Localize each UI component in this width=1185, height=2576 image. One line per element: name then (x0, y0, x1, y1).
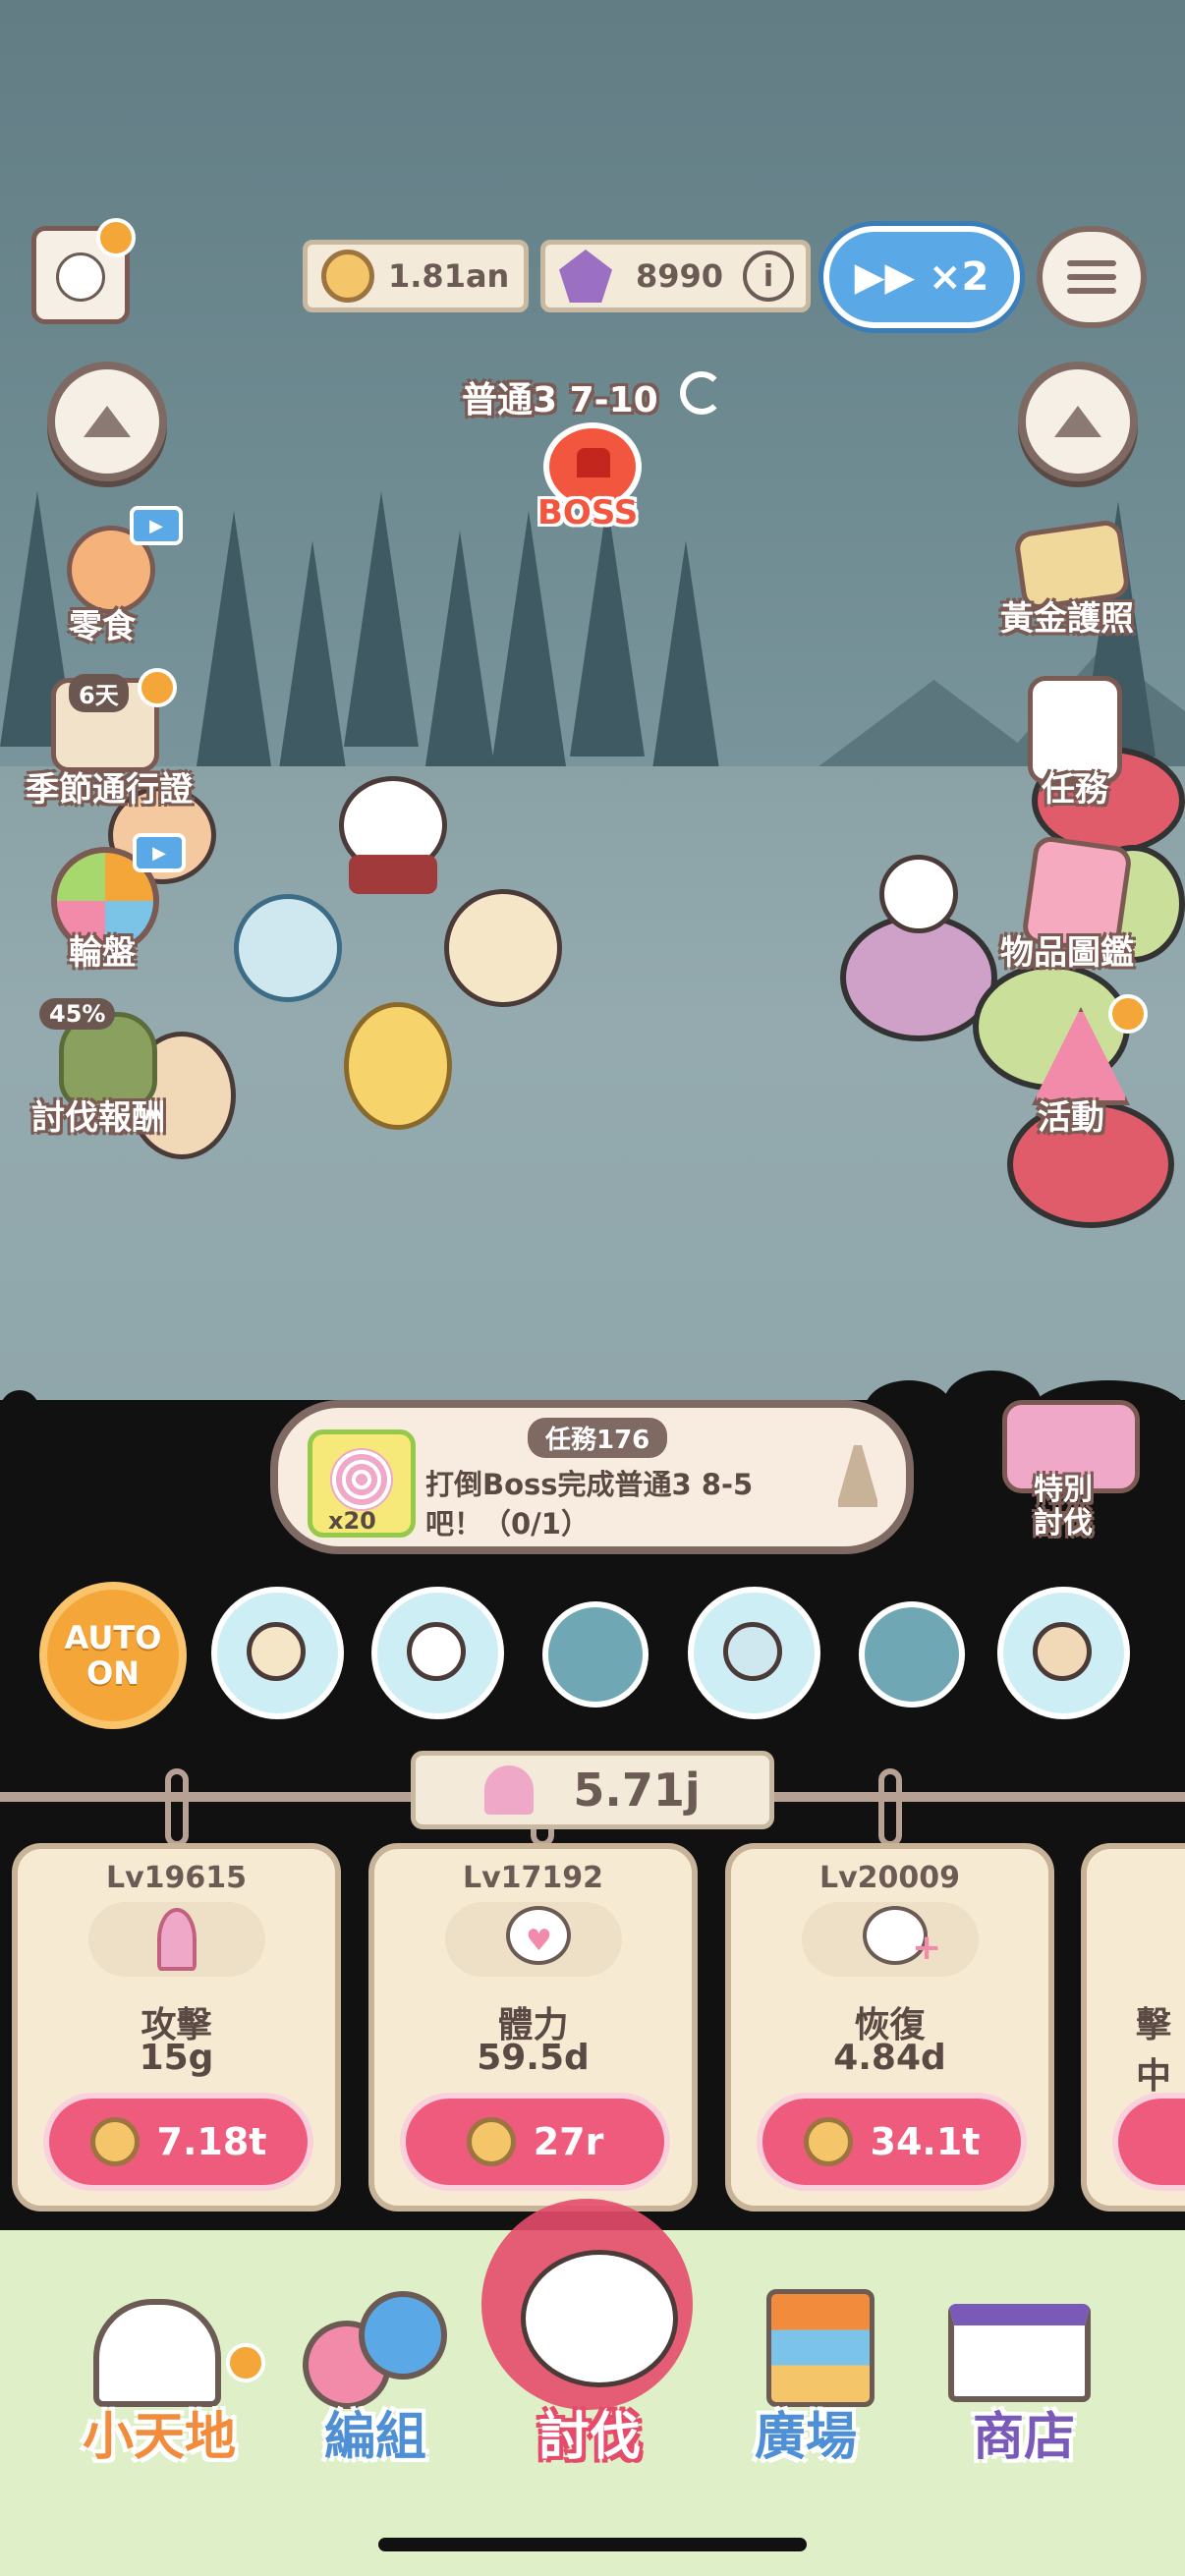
heart-icon: ♥ (445, 1902, 622, 1977)
attack-icon (88, 1902, 265, 1977)
skill-slot-4[interactable] (688, 1587, 820, 1719)
nav-hunt[interactable]: 討伐 (538, 2395, 641, 2469)
notification-dot (138, 668, 177, 707)
mission-tag: 任務176 (528, 1418, 668, 1458)
upgrade-name: 擊中 (1136, 2005, 1172, 2097)
candy-icon (330, 1448, 393, 1511)
boss-label: BOSS (537, 493, 639, 532)
notification-dot (1108, 994, 1148, 1034)
quest-label: 任務 (1042, 770, 1108, 810)
gem-counter: 8990 i (540, 240, 811, 312)
gold-pass-label: 黃金護照 (1000, 599, 1134, 639)
stage-label: 普通3 7-10 (462, 380, 658, 420)
mission-reward-count: x20 (328, 1507, 376, 1535)
hero-kurimanju (444, 889, 562, 1007)
hunt-reward-label: 討伐報酬 (31, 1098, 165, 1138)
coin-icon (321, 250, 374, 303)
hunt-icon (521, 2250, 678, 2387)
upgrade-buy-button[interactable]: 7.18t (43, 2093, 313, 2191)
signpost-icon (766, 2289, 875, 2407)
hero-outfit (349, 855, 437, 894)
upgrade-cost: 34.1t (870, 2120, 981, 2163)
roulette-label: 輪盤 (69, 933, 136, 973)
mission-reward: x20 (308, 1429, 416, 1538)
collapse-right-button[interactable] (1018, 362, 1138, 481)
mission-text: 打倒Boss完成普通3 8-5吧！（0/1） (425, 1468, 754, 1540)
nav-home[interactable]: 小天地 (83, 2395, 236, 2469)
gem-icon (559, 250, 612, 303)
nav-shop[interactable]: 商店 (973, 2395, 1075, 2469)
upgrade-buy-button[interactable]: 27r (400, 2093, 670, 2191)
heal-icon: + (802, 1902, 979, 1977)
menu-button[interactable] (1037, 226, 1147, 328)
video-ad-icon: ▶ (133, 833, 186, 872)
home-icon (93, 2299, 221, 2407)
enemy-rider (879, 855, 958, 933)
list-icon (1067, 260, 1116, 266)
snack-label: 零食 (69, 607, 136, 646)
upgrade-card-hp: Lv17192 ♥ 體力 59.5d 27r (368, 1843, 698, 2212)
siren-icon (577, 448, 610, 477)
nav-team[interactable]: 編組 (324, 2395, 426, 2469)
speed-label: ▶▶ ×2 (854, 254, 989, 300)
notification-dot (96, 218, 136, 257)
mission-card[interactable]: x20 任務176 打倒Boss完成普通3 8-5吧！（0/1） (270, 1400, 914, 1554)
upgrade-card-attack: Lv19615 攻擊 15g 7.18t (12, 1843, 341, 2212)
video-ad-icon: ▶ (130, 506, 183, 545)
upgrade-level: Lv19615 (105, 1861, 248, 1895)
info-icon[interactable]: i (743, 251, 795, 302)
game-screen: 1.81an 8990 i ▶▶ ×2 普通3 7-10 BOSS ▶ 零食 6… (0, 0, 1185, 2576)
auto-label: AUTO (64, 1619, 162, 1656)
upgrade-value: 59.5d (477, 2038, 590, 2078)
notification-dot (226, 2343, 265, 2382)
skill-slot-2[interactable] (371, 1587, 504, 1719)
hero-usagi (344, 1002, 452, 1130)
skill-slot-1[interactable] (211, 1587, 344, 1719)
collapse-left-button[interactable] (47, 362, 167, 481)
special-hunt-label: 特別 討伐 (1034, 1473, 1093, 1540)
upgrade-buy-button[interactable]: 34.1t (757, 2093, 1027, 2191)
up-arrow-icon (1054, 406, 1101, 437)
upgrade-card-crit: 擊中 (1081, 1843, 1185, 2212)
coin-icon (466, 2117, 516, 2166)
shop-icon (948, 2304, 1091, 2402)
hunt-reward-progress: 45% (39, 998, 116, 1030)
season-pass-label: 季節通行證 (26, 770, 193, 810)
trident-icon (484, 1765, 535, 1815)
upgrade-cost: 27r (533, 2120, 604, 2163)
avatar-icon (56, 252, 105, 302)
auto-toggle-button[interactable]: AUTO ON (39, 1582, 187, 1729)
coin-amount: 1.81an (388, 257, 510, 295)
coin-icon (89, 2117, 140, 2166)
item-book-label: 物品圖鑑 (1000, 933, 1134, 973)
upgrade-card-recovery: Lv20009 + 恢復 4.84d 34.1t (725, 1843, 1054, 2212)
hero-blue (234, 894, 342, 1002)
skill-slot-5[interactable] (859, 1601, 965, 1708)
upgrade-level: Lv20009 (818, 1861, 961, 1895)
refresh-icon[interactable] (680, 371, 723, 415)
speed-button[interactable]: ▶▶ ×2 (823, 226, 1020, 328)
home-indicator[interactable] (378, 2538, 807, 2551)
coin-icon (803, 2117, 853, 2166)
total-power: 5.71j (411, 1751, 774, 1829)
upgrade-value: 4.84d (833, 2038, 946, 2078)
upgrade-level: Lv17192 (462, 1861, 604, 1895)
gem-amount: 8990 (636, 257, 724, 295)
nav-plaza[interactable]: 廣場 (755, 2395, 857, 2469)
event-label: 活動 (1038, 1098, 1104, 1138)
coin-counter: 1.81an (303, 240, 529, 312)
upgrade-cost: 7.18t (156, 2120, 267, 2163)
bell-icon (838, 1445, 877, 1507)
upgrade-value: 15g (139, 2038, 214, 2078)
power-value: 5.71j (573, 1764, 701, 1817)
up-arrow-icon (84, 406, 131, 437)
skill-slot-6[interactable] (997, 1587, 1130, 1719)
skill-slot-3[interactable] (542, 1601, 649, 1708)
season-pass-badge: 6天 (69, 674, 129, 712)
auto-state: ON (86, 1654, 140, 1692)
